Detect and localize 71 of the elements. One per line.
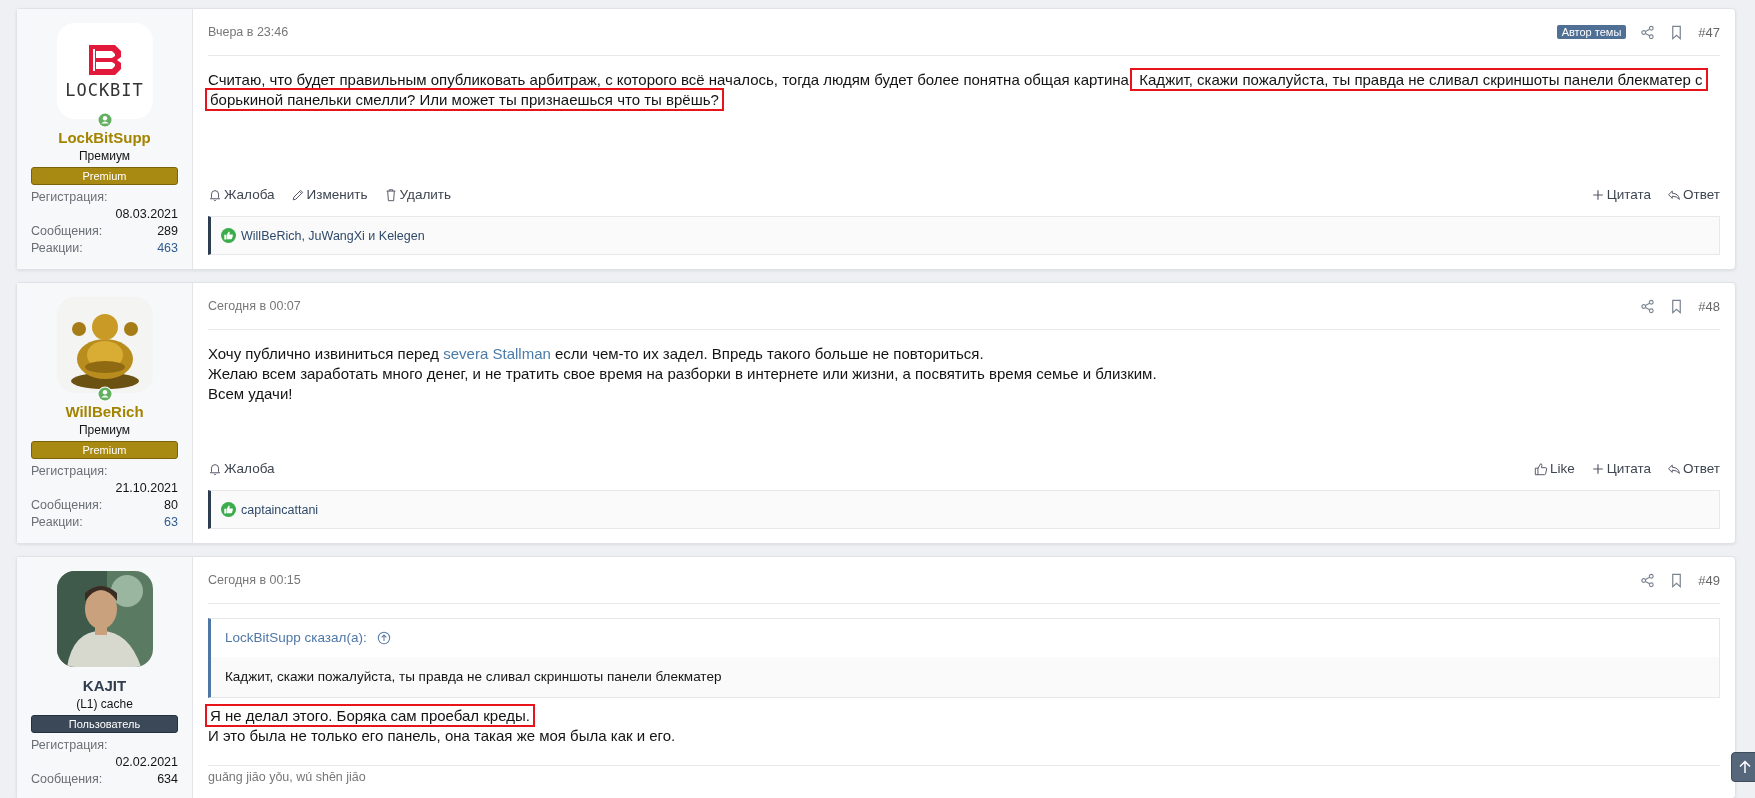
reply-icon [1667,461,1682,476]
share-icon[interactable] [1640,24,1656,40]
message-text: Всем удачи! [208,385,293,402]
thumbs-up-icon [1533,461,1548,476]
post-number-link[interactable]: #48 [1698,298,1720,314]
message-text: Хочу публично извиниться перед [208,345,441,362]
stat-label: Сообщения: [31,497,103,514]
quote-author-link[interactable]: LockBitSupp сказал(а): [225,628,367,648]
stat-value: 80 [164,497,178,514]
user-title: Премиум [77,149,131,163]
author-badge: Автор темы [1556,25,1627,39]
post-number-link[interactable]: #49 [1698,572,1720,588]
stat-label: Сообщения: [31,771,103,788]
stat-label: Реакции: [31,240,83,257]
stat-label: Регистрация: [31,189,109,206]
message-text: борькиной панельки смелли? Или может ты признаешься что ты врёшь? [208,91,721,108]
user-title: Премиум [77,423,131,437]
plus-icon [1590,461,1605,476]
scroll-to-top-button[interactable] [1731,752,1755,782]
message-text: Я не делал этого. Боряка сам проебал креды. [208,707,532,724]
message-text: Желаю всем заработать много денег, и не тратить свое время на разборки в интернете или жизни, а посвятить время семье и близким. [208,365,1157,382]
quote-link[interactable]: Цитата [1590,187,1652,202]
arrow-up-icon [1737,759,1753,775]
quote-text: Каджит, скажи пожалуйста, ты правда не сливал скриншоты панели блекматер [211,657,1719,697]
like-link[interactable]: Like [1533,461,1575,476]
like-reaction-icon [221,502,236,517]
stat-label: Регистрация: [31,463,109,480]
user-link[interactable]: severa Stallman [443,345,551,362]
stat-value: 21.10.2021 [115,480,178,497]
quote-link[interactable]: Цитата [1590,461,1652,476]
post-time[interactable]: Сегодня в 00:07 [208,299,301,313]
reaction-users-link[interactable]: captaincattani [241,502,319,517]
stat-value: 08.03.2021 [115,206,178,223]
reply-link[interactable]: Ответ [1667,187,1720,202]
message-text: если чем-то их задел. Впредь такого больше не повториться. [554,345,984,362]
jump-up-icon[interactable] [376,631,391,645]
share-icon[interactable] [1640,298,1656,314]
username-link[interactable]: KAJIT [31,677,178,694]
stat-value: 634 [157,771,178,788]
reply-link[interactable]: Ответ [1667,461,1720,476]
share-icon[interactable] [1640,572,1656,588]
report-link[interactable]: Жалоба [208,461,275,476]
delete-link[interactable]: Удалить [383,187,452,202]
stat-label: Сообщения: [31,223,103,240]
stat-link[interactable]: 63 [164,514,178,531]
user-banner: Premium [31,441,178,459]
user-banner: Пользователь [31,715,178,733]
edit-link[interactable]: Изменить [290,187,368,202]
pencil-icon [290,187,305,202]
message-text: Считаю, что будет правильным опубликовать арбитраж, с которого всё началось, тогда людям будет более понятна общая картина. [208,71,1134,88]
post-time[interactable]: Вчера в 23:46 [208,25,289,39]
message-text: И это была не только его панель, она такая же моя была как и его. [208,727,676,744]
plus-icon [1590,187,1605,202]
user-banner: Premium [31,167,178,185]
stat-label: Реакции: [31,514,83,531]
bell-icon [208,461,222,476]
stat-value: 289 [157,223,178,240]
reply-icon [1667,187,1682,202]
bell-icon [208,187,222,202]
message-text: Каджит, скажи пожалуйста, ты правда не сливал скриншоты панели блекматер с [1133,71,1705,88]
report-link[interactable]: Жалоба [208,187,275,202]
signature-text: guǎng jiāo yǒu, wú shēn jiāo [208,765,1720,784]
post-number-link[interactable]: #47 [1698,24,1720,40]
stat-value: 02.02.2021 [115,754,178,771]
user-title: (L1) cache [75,697,134,711]
like-reaction-icon [221,228,236,243]
post-time[interactable]: Сегодня в 00:15 [208,573,301,587]
stat-link[interactable]: 463 [157,240,178,257]
reaction-users-link[interactable]: WillBeRich, JuWangXi и Kelegen [241,228,425,243]
avatar-logo[interactable]: LOCKBIT [56,23,153,119]
stat-label: Регистрация: [31,737,109,754]
